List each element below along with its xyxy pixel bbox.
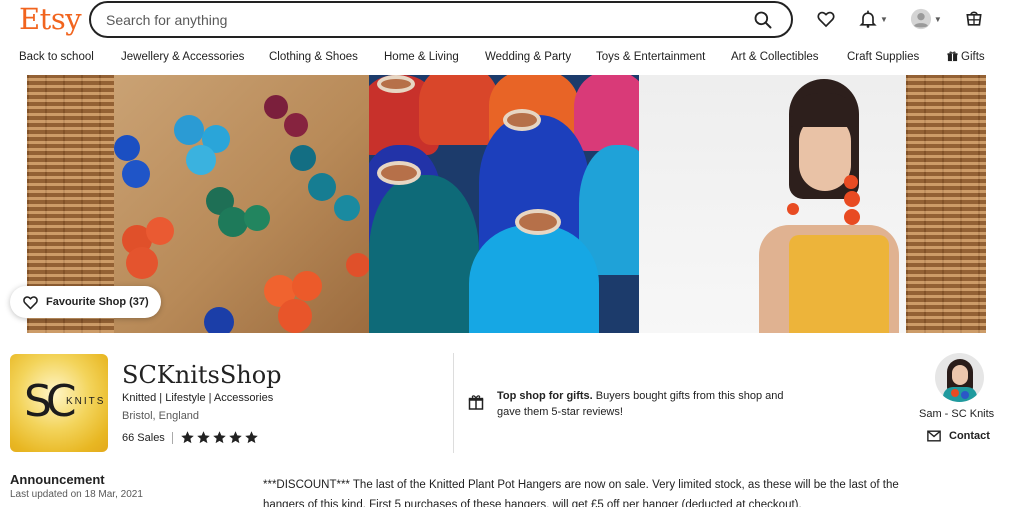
favourite-shop-label: Favourite Shop (37) [46, 296, 149, 308]
etsy-logo[interactable]: Etsy [19, 2, 82, 36]
top-shop-badge: Top shop for gifts. Buyers bought gifts … [468, 388, 787, 420]
shop-banner [27, 75, 986, 333]
star-icon [245, 431, 258, 444]
owner-avatar[interactable] [935, 353, 984, 402]
contact-button[interactable]: Contact [927, 430, 990, 442]
category-home-living[interactable]: Home & Living [384, 51, 459, 63]
star-icon [213, 431, 226, 444]
search-bar[interactable] [89, 1, 793, 38]
heart-icon [817, 11, 835, 28]
announcement-text: ***DISCOUNT*** The last of the Knitted P… [263, 479, 899, 507]
shop-location: Bristol, England [122, 410, 200, 422]
shop-sales-count[interactable]: 66 Sales [122, 432, 165, 444]
favourites-button[interactable] [816, 9, 836, 29]
header-icons: ▼ ▼ [816, 8, 984, 30]
chevron-down-icon: ▼ [880, 14, 888, 24]
gift-icon [947, 51, 958, 62]
mail-icon [927, 430, 941, 442]
shop-sales-rating: 66 Sales [122, 430, 259, 445]
favourite-shop-button[interactable]: Favourite Shop (37) [10, 286, 161, 318]
top-shop-title: Top shop for gifts. [497, 390, 593, 402]
banner-photo-model [639, 75, 906, 333]
category-nav: Back to school Jewellery & Accessories C… [0, 51, 1024, 67]
category-back-to-school[interactable]: Back to school [19, 51, 94, 63]
category-jewellery-accessories[interactable]: Jewellery & Accessories [121, 51, 244, 63]
category-toys-entertainment[interactable]: Toys & Entertainment [596, 51, 705, 63]
star-icon [197, 431, 210, 444]
section-divider [453, 353, 454, 453]
category-wedding-party[interactable]: Wedding & Party [485, 51, 571, 63]
star-icon [181, 431, 194, 444]
shop-logo-sc: SC [24, 376, 77, 427]
user-avatar-icon [910, 8, 932, 30]
account-button[interactable]: ▼ [910, 8, 942, 30]
announcement-title: Announcement [10, 472, 105, 487]
owner-name[interactable]: Sam - SC Knits [919, 408, 994, 420]
star-icon [229, 431, 242, 444]
shop-logo: SC KNITS [10, 354, 108, 452]
chevron-down-icon: ▼ [933, 14, 942, 24]
cart-button[interactable] [964, 9, 984, 29]
search-icon[interactable] [753, 10, 773, 30]
announcement-date: Last updated on 18 Mar, 2021 [10, 489, 143, 500]
bell-icon [859, 10, 877, 28]
contact-label: Contact [949, 430, 990, 442]
shop-name: SCKnitsShop [122, 361, 282, 389]
shop-tags: Knitted | Lifestyle | Accessories [122, 392, 274, 404]
heart-icon [23, 295, 38, 310]
category-craft-supplies[interactable]: Craft Supplies [847, 51, 919, 63]
cart-icon [966, 11, 982, 26]
star-rating[interactable] [180, 430, 259, 445]
category-gifts[interactable]: Gifts [947, 51, 985, 63]
search-input[interactable] [91, 11, 753, 28]
banner-wicker-right [906, 75, 986, 333]
banner-photo-yarn-cones [369, 75, 639, 333]
gift-icon [468, 395, 484, 410]
notifications-button[interactable]: ▼ [858, 9, 888, 29]
divider [171, 431, 173, 444]
shop-logo-knits: KNITS [66, 396, 106, 407]
category-gifts-label: Gifts [961, 51, 985, 63]
category-art-collectibles[interactable]: Art & Collectibles [731, 51, 819, 63]
top-shop-text: Top shop for gifts. Buyers bought gifts … [497, 388, 787, 420]
category-clothing-shoes[interactable]: Clothing & Shoes [269, 51, 358, 63]
